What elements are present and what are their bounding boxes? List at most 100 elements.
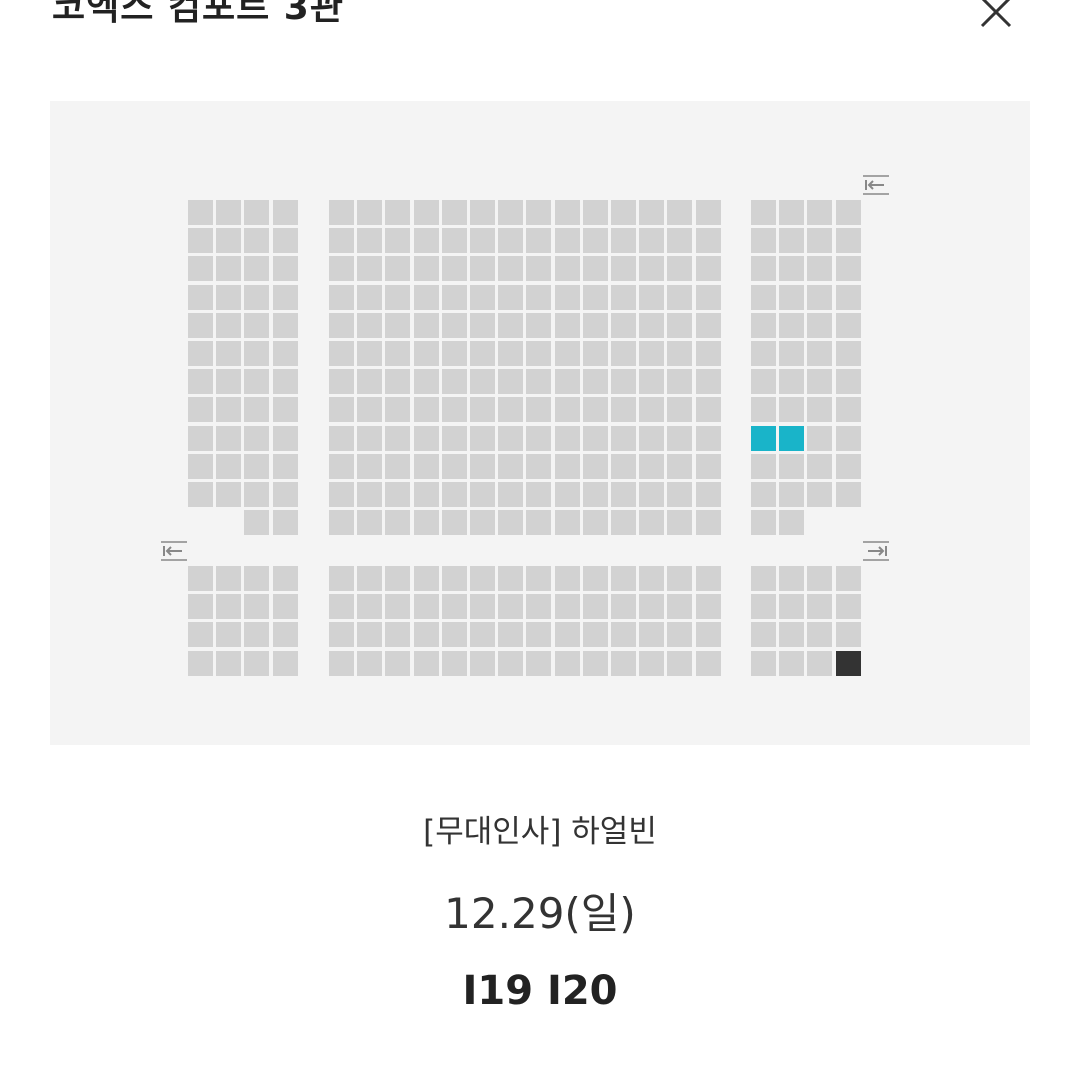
seat[interactable] <box>526 594 551 619</box>
seat[interactable] <box>273 622 298 647</box>
seat[interactable] <box>470 566 495 591</box>
seat[interactable] <box>498 482 523 507</box>
seat[interactable] <box>611 200 636 225</box>
seat[interactable] <box>385 594 410 619</box>
seat[interactable] <box>442 341 467 366</box>
seat[interactable] <box>583 397 608 422</box>
seat[interactable] <box>526 482 551 507</box>
seat[interactable] <box>751 200 776 225</box>
seat[interactable] <box>667 313 692 338</box>
seat[interactable] <box>611 454 636 479</box>
seat[interactable] <box>244 341 269 366</box>
seat[interactable] <box>751 510 776 535</box>
seat[interactable] <box>583 369 608 394</box>
seat[interactable] <box>442 482 467 507</box>
seat[interactable] <box>751 622 776 647</box>
seat[interactable] <box>442 594 467 619</box>
seat[interactable] <box>751 482 776 507</box>
seat[interactable] <box>667 228 692 253</box>
seat[interactable] <box>414 285 439 310</box>
seat[interactable] <box>696 285 721 310</box>
seat[interactable] <box>779 454 804 479</box>
seat[interactable] <box>555 594 580 619</box>
seat[interactable] <box>357 228 382 253</box>
seat[interactable] <box>526 200 551 225</box>
seat[interactable] <box>414 369 439 394</box>
seat[interactable] <box>244 426 269 451</box>
seat[interactable] <box>807 285 832 310</box>
seat[interactable] <box>667 285 692 310</box>
seat[interactable] <box>216 200 241 225</box>
seat[interactable] <box>779 228 804 253</box>
seat[interactable] <box>442 510 467 535</box>
seat[interactable] <box>779 594 804 619</box>
seat[interactable] <box>667 341 692 366</box>
seat[interactable] <box>273 454 298 479</box>
seat[interactable] <box>611 482 636 507</box>
seat[interactable] <box>498 313 523 338</box>
seat[interactable] <box>273 510 298 535</box>
seat[interactable] <box>273 397 298 422</box>
seat[interactable] <box>751 594 776 619</box>
seat[interactable] <box>244 313 269 338</box>
seat[interactable] <box>667 510 692 535</box>
seat[interactable] <box>188 622 213 647</box>
seat[interactable] <box>807 369 832 394</box>
seat[interactable] <box>779 256 804 281</box>
seat[interactable] <box>470 594 495 619</box>
seat[interactable] <box>244 651 269 676</box>
seat[interactable] <box>807 256 832 281</box>
seat[interactable] <box>498 454 523 479</box>
seat[interactable] <box>357 482 382 507</box>
seat[interactable] <box>470 397 495 422</box>
seat[interactable] <box>470 313 495 338</box>
seat[interactable] <box>555 200 580 225</box>
seat[interactable] <box>216 397 241 422</box>
seat[interactable] <box>639 426 664 451</box>
seat[interactable] <box>470 341 495 366</box>
seat[interactable] <box>639 454 664 479</box>
seat[interactable] <box>779 313 804 338</box>
seat[interactable] <box>329 651 354 676</box>
seat[interactable] <box>836 482 861 507</box>
seat[interactable] <box>696 369 721 394</box>
seat[interactable] <box>244 482 269 507</box>
seat[interactable] <box>526 454 551 479</box>
seat[interactable] <box>667 200 692 225</box>
seat[interactable] <box>751 341 776 366</box>
seat[interactable] <box>188 369 213 394</box>
seat[interactable] <box>329 228 354 253</box>
seat[interactable] <box>329 285 354 310</box>
seat[interactable] <box>385 313 410 338</box>
seat[interactable] <box>639 369 664 394</box>
seat[interactable] <box>667 622 692 647</box>
seat[interactable] <box>470 228 495 253</box>
seat[interactable] <box>639 341 664 366</box>
seat[interactable] <box>639 594 664 619</box>
seat[interactable] <box>357 622 382 647</box>
seat[interactable] <box>779 341 804 366</box>
seat[interactable] <box>498 651 523 676</box>
seat[interactable] <box>385 397 410 422</box>
seat[interactable] <box>216 454 241 479</box>
seat[interactable] <box>836 228 861 253</box>
seat-selected[interactable] <box>751 426 776 451</box>
seat[interactable] <box>498 510 523 535</box>
seat[interactable] <box>188 594 213 619</box>
seat[interactable] <box>836 622 861 647</box>
seat[interactable] <box>526 651 551 676</box>
seat[interactable] <box>611 228 636 253</box>
seat[interactable] <box>329 454 354 479</box>
seat[interactable] <box>836 397 861 422</box>
seat[interactable] <box>470 426 495 451</box>
seat[interactable] <box>583 454 608 479</box>
seat[interactable] <box>216 482 241 507</box>
seat[interactable] <box>526 426 551 451</box>
seat[interactable] <box>751 369 776 394</box>
seat[interactable] <box>442 651 467 676</box>
seat[interactable] <box>639 313 664 338</box>
seat[interactable] <box>442 426 467 451</box>
seat[interactable] <box>555 426 580 451</box>
seat[interactable] <box>807 482 832 507</box>
seat[interactable] <box>696 454 721 479</box>
